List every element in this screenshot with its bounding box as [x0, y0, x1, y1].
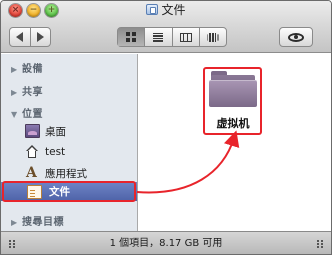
column-view-icon: [179, 32, 192, 42]
sidebar-section-shared[interactable]: ▶ 共享: [11, 83, 43, 98]
forward-button[interactable]: [29, 28, 51, 46]
window-title-text: 文件: [161, 3, 186, 17]
sidebar: ▶ 設備 ▶ 共享 ▼ 位置 桌面 test A 應用程式 文件 ▶ 搜尋目標: [1, 54, 138, 231]
sidebar-section-search-for[interactable]: ▶ 搜尋目標: [11, 213, 64, 228]
sidebar-section-places[interactable]: ▼ 位置: [11, 105, 43, 120]
folder-icon: [146, 4, 159, 15]
back-forward-group: [9, 27, 51, 47]
disclosure-triangle-icon: ▶: [11, 88, 18, 97]
window-title: 文件: [1, 2, 331, 18]
disclosure-triangle-open-icon: ▼: [11, 110, 18, 119]
applications-icon: A: [26, 165, 37, 181]
disclosure-triangle-icon: ▶: [11, 65, 18, 74]
sidebar-item-home[interactable]: test: [1, 143, 137, 161]
sidebar-item-desktop[interactable]: 桌面: [1, 122, 137, 140]
list-view-button[interactable]: [144, 28, 171, 46]
finder-window: × − + 文件 ▶ 設備 ▶ 共享 ▼ 位置 桌面 test A 應用程式 文…: [0, 0, 332, 255]
disclosure-triangle-icon: ▶: [11, 218, 18, 227]
sidebar-section-devices[interactable]: ▶ 設備: [11, 60, 43, 75]
eye-icon: [288, 32, 304, 42]
status-text: 1 個項目，8.17 GB 可用: [109, 238, 223, 249]
highlight-box-folder: [203, 67, 262, 135]
sidebar-item-label: 桌面: [45, 125, 66, 138]
sidebar-item-label: test: [45, 146, 66, 158]
icon-view-button[interactable]: [118, 28, 145, 46]
sidebar-item-label: 應用程式: [45, 167, 87, 180]
coverflow-view-button[interactable]: [198, 28, 226, 46]
window-resize-grip-icon[interactable]: [317, 240, 323, 248]
chevron-right-icon: [36, 32, 44, 42]
title-bar[interactable]: × − + 文件: [1, 1, 331, 53]
desktop-icon: [25, 124, 40, 138]
quicklook-button[interactable]: [279, 27, 313, 47]
highlight-box-documents: [2, 181, 136, 202]
chevron-left-icon: [16, 32, 24, 42]
icon-view-icon: [126, 32, 137, 42]
status-bar: 1 個項目，8.17 GB 可用: [1, 231, 331, 254]
view-mode-group: [117, 27, 227, 47]
list-view-icon: [153, 32, 164, 42]
column-view-button[interactable]: [171, 28, 199, 46]
back-button[interactable]: [10, 28, 30, 46]
coverflow-view-icon: [206, 32, 219, 42]
sidebar-item-applications[interactable]: A 應用程式: [1, 164, 137, 182]
home-icon: [25, 145, 40, 159]
